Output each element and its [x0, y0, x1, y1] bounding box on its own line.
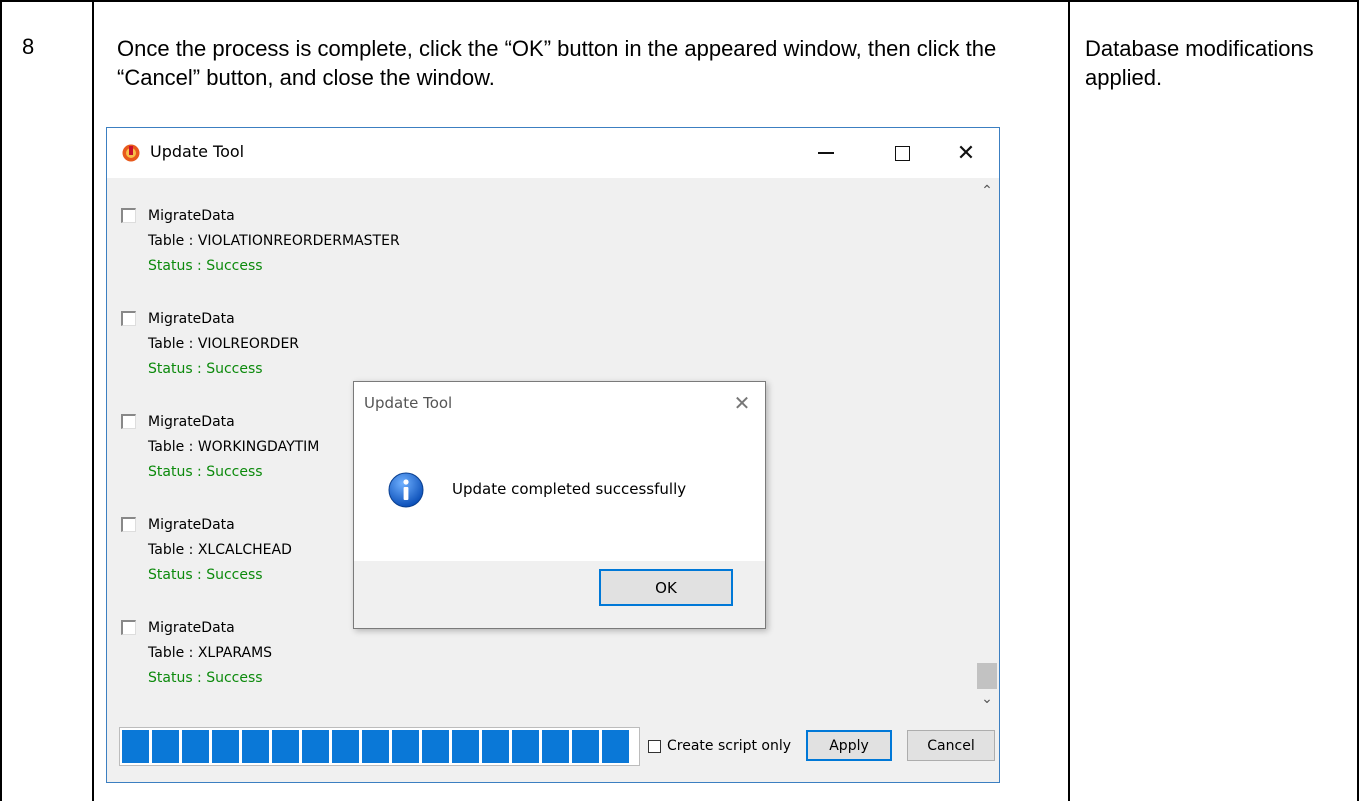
create-script-only-checkbox[interactable]: [648, 739, 661, 753]
item-status: Status : Success: [148, 361, 263, 377]
dialog-body: Update completed successfully: [354, 424, 765, 561]
progress-segment: [182, 730, 209, 763]
cancel-button[interactable]: Cancel: [907, 730, 995, 761]
progress-segment: [602, 730, 629, 763]
item-table: Table : VIOLREORDER: [148, 336, 300, 352]
ok-button[interactable]: OK: [599, 569, 733, 606]
item-table: Table : XLCALCHEAD: [148, 542, 292, 558]
progress-segment: [542, 730, 569, 763]
message-dialog: Update Tool ✕ Update completed successfu…: [353, 381, 766, 629]
scroll-up-button[interactable]: ⌃: [975, 178, 999, 202]
item-status: Status : Success: [148, 258, 263, 274]
window-titlebar[interactable]: Update Tool ✕: [107, 128, 999, 178]
close-icon: ✕: [956, 140, 976, 166]
maximize-icon: [894, 145, 910, 161]
scroll-down-button[interactable]: ⌄: [975, 686, 999, 710]
vertical-scrollbar[interactable]: ⌃ ⌄: [975, 178, 999, 710]
item-action: MigrateData: [148, 517, 235, 533]
dialog-close-button[interactable]: ✕: [726, 388, 758, 418]
progress-segment: [242, 730, 269, 763]
table-left-border: [0, 0, 2, 801]
dialog-message: Update completed successfully: [452, 480, 687, 498]
progress-segment: [452, 730, 479, 763]
maximize-button[interactable]: [879, 128, 925, 178]
close-button[interactable]: ✕: [943, 128, 989, 178]
bottom-toolbar: Create script only Apply Cancel: [107, 710, 999, 782]
info-icon: [388, 472, 424, 508]
item-checkbox[interactable]: [121, 311, 136, 326]
progress-segment: [122, 730, 149, 763]
progress-segment: [302, 730, 329, 763]
item-checkbox[interactable]: [121, 414, 136, 429]
item-table: Table : VIOLATIONREORDERMASTER: [148, 233, 400, 249]
item-status: Status : Success: [148, 464, 263, 480]
step-number: 8: [22, 34, 35, 59]
minimize-icon: [818, 152, 834, 154]
item-table: Table : WORKINGDAYTIM: [148, 439, 320, 455]
window-title: Update Tool: [150, 142, 245, 161]
progress-segment: [512, 730, 539, 763]
progress-segment: [272, 730, 299, 763]
item-checkbox[interactable]: [121, 517, 136, 532]
item-checkbox[interactable]: [121, 620, 136, 635]
app-logo-icon: [122, 144, 140, 162]
progress-segment: [482, 730, 509, 763]
dialog-title: Update Tool: [364, 394, 453, 412]
table-column-divider: [1068, 0, 1070, 801]
dialog-titlebar[interactable]: Update Tool ✕: [354, 382, 765, 424]
item-action: MigrateData: [148, 311, 235, 327]
step-instruction: Once the process is complete, click the …: [117, 36, 997, 90]
item-table: Table : XLPARAMS: [148, 645, 273, 661]
progress-segment: [572, 730, 599, 763]
list-item: MigrateData Table : VIOLREORDER Status :…: [107, 281, 967, 377]
item-checkbox[interactable]: [121, 208, 136, 223]
create-script-only-label: Create script only: [667, 738, 792, 754]
item-action: MigrateData: [148, 208, 235, 224]
scroll-down-icon: ⌄: [981, 689, 993, 706]
list-item: MigrateData Table : VIOLATIONREORDERMAST…: [107, 178, 967, 274]
scroll-up-icon: ⌃: [981, 181, 993, 198]
progress-segment: [422, 730, 449, 763]
close-icon: ✕: [733, 392, 751, 415]
table-column-divider: [92, 0, 94, 801]
minimize-button[interactable]: [803, 128, 849, 178]
step-result: Database modifications applied.: [1085, 36, 1314, 90]
item-status: Status : Success: [148, 670, 263, 686]
progress-segment: [362, 730, 389, 763]
progress-segment: [152, 730, 179, 763]
table-top-border: [0, 0, 1359, 2]
progress-segment: [332, 730, 359, 763]
progress-bar: [119, 727, 640, 766]
item-action: MigrateData: [148, 620, 235, 636]
create-script-only-option[interactable]: Create script only: [648, 738, 791, 754]
progress-segment: [212, 730, 239, 763]
apply-button[interactable]: Apply: [806, 730, 892, 761]
progress-segment: [392, 730, 419, 763]
item-status: Status : Success: [148, 567, 263, 583]
item-action: MigrateData: [148, 414, 235, 430]
